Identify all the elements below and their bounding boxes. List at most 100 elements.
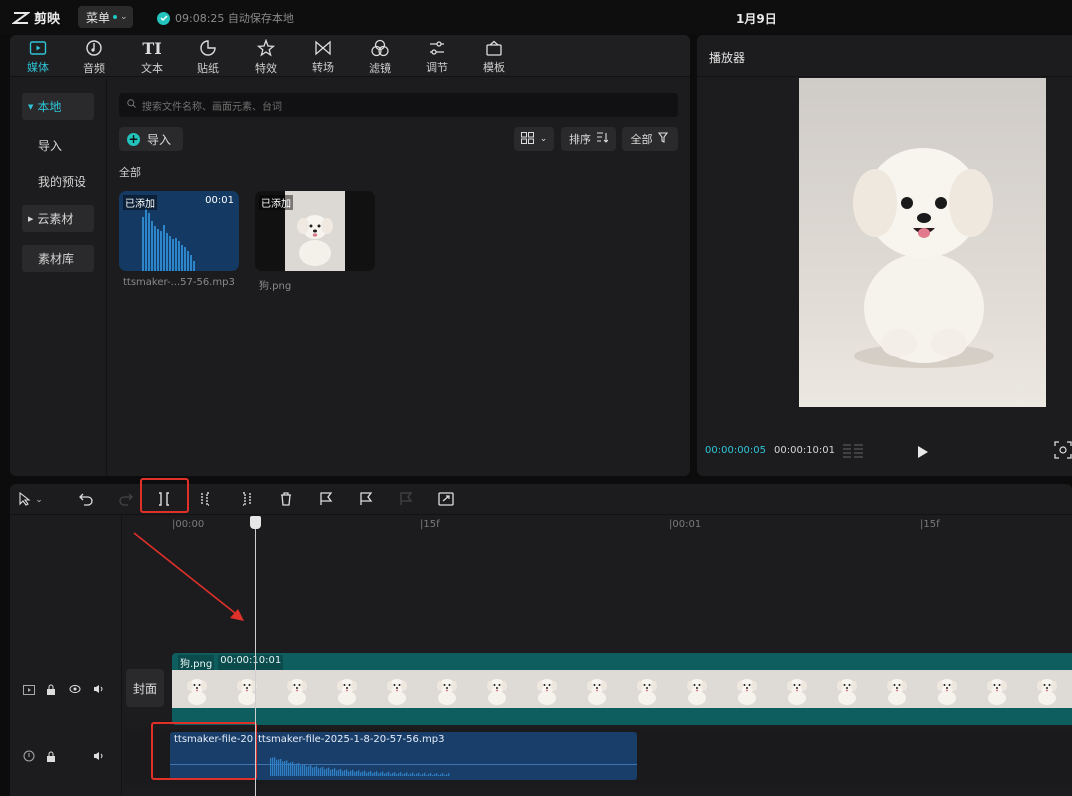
ruler-tick: |00:01 xyxy=(669,519,702,530)
clip-label: 狗.png 00:00:10:01 xyxy=(178,655,284,670)
sort-button[interactable]: 排序 xyxy=(561,127,616,151)
media-card-audio[interactable]: 已添加 00:01 xyxy=(119,191,239,271)
waveform-view-icon[interactable] xyxy=(842,443,864,463)
volume-icon[interactable] xyxy=(92,682,106,696)
sidebar-item-label: 导入 xyxy=(38,139,63,153)
filter-button[interactable]: 全部 xyxy=(622,127,678,151)
clip-thumbnail xyxy=(472,670,522,708)
filter-label: 全部 xyxy=(630,133,653,146)
caret-down-icon: ▼ xyxy=(28,102,34,111)
clip-thumbnail xyxy=(222,670,272,708)
clip-thumbnail xyxy=(522,670,572,708)
crop-icon xyxy=(438,491,454,510)
clip-thumbnail xyxy=(172,670,222,708)
clip-thumbnail xyxy=(872,670,922,708)
volume-icon[interactable] xyxy=(92,749,106,763)
save-status-text: 09:08:25 自动保存本地 xyxy=(175,12,294,25)
marker-button[interactable] xyxy=(355,489,377,511)
video-preview[interactable] xyxy=(799,78,1046,407)
tab-audio[interactable]: 音频 xyxy=(69,39,119,75)
flag-icon xyxy=(399,491,413,510)
transition-icon xyxy=(314,39,332,56)
redo-button[interactable] xyxy=(115,489,137,511)
playhead-handle[interactable] xyxy=(250,516,261,529)
menu-button[interactable]: 菜单 ⌄ xyxy=(78,6,133,28)
media-icon xyxy=(29,39,47,56)
save-status: 09:08:25 自动保存本地 xyxy=(157,10,294,26)
tab-effects[interactable]: 特效 xyxy=(241,39,291,75)
tick-label: 15f xyxy=(423,519,440,530)
sidebar-item-import[interactable]: 导入 xyxy=(22,132,94,159)
player-header xyxy=(697,35,1072,77)
clip-thumbnail xyxy=(322,670,372,708)
duration-label: 00:01 xyxy=(205,195,234,206)
clip-thumbnail xyxy=(1022,670,1072,708)
effects-icon xyxy=(257,39,275,57)
grid-icon xyxy=(520,131,535,147)
tab-text[interactable]: TI 文本 xyxy=(127,39,177,76)
clip-thumbnail xyxy=(672,670,722,708)
sidebar-item-cloud[interactable]: ▶ 云素材 xyxy=(22,205,94,232)
lock-icon[interactable] xyxy=(44,682,58,696)
cover-button[interactable]: 封面 xyxy=(126,669,164,707)
cursor-icon xyxy=(19,491,31,510)
plus-icon: + xyxy=(127,131,140,146)
tab-sticker[interactable]: 贴纸 xyxy=(183,39,233,75)
total-time: 00:00:10:01 xyxy=(774,445,836,456)
search-input[interactable]: 搜索文件名称、画面元素、台词 xyxy=(119,93,678,117)
undo-icon xyxy=(79,491,93,510)
added-badge: 已添加 xyxy=(123,195,157,210)
lock-icon[interactable] xyxy=(44,749,58,763)
sidebar-item-label: 我的预设 xyxy=(38,175,87,189)
sidebar-item-library[interactable]: 素材库 xyxy=(22,245,94,272)
tab-filter[interactable]: 滤镜 xyxy=(355,39,405,75)
chevron-down-icon: ⌄ xyxy=(35,495,43,505)
audio-clip-name: ttsmaker-file-2025-1-8-20-57-56.mp3 xyxy=(258,734,445,745)
media-panel: 媒体 音频 TI 文本 贴纸 特效 转场 滤镜 调节 模板 ▼ 本地 导入 我的… xyxy=(10,35,690,476)
tick-label: 00:01 xyxy=(672,519,702,530)
trim-left-icon xyxy=(199,491,213,510)
view-mode-button[interactable]: ⌄ xyxy=(514,127,554,151)
playhead[interactable] xyxy=(255,524,256,796)
check-icon xyxy=(157,11,170,25)
fullscreen-icon[interactable] xyxy=(1054,441,1072,463)
ai-marker-button[interactable] xyxy=(315,489,337,511)
play-button[interactable] xyxy=(917,444,929,463)
tab-adjust[interactable]: 调节 xyxy=(412,39,462,75)
section-heading: 全部 xyxy=(119,166,141,179)
audio-highlight-box xyxy=(151,722,257,780)
media-card-image[interactable]: 已添加 xyxy=(255,191,375,271)
select-tool-button[interactable]: ⌄ xyxy=(16,489,46,511)
marker-disabled-button[interactable] xyxy=(395,489,417,511)
clip-thumbnail xyxy=(972,670,1022,708)
crop-button[interactable] xyxy=(435,489,457,511)
eye-icon[interactable] xyxy=(68,682,82,696)
timeline-ruler[interactable]: |00:00 |15f |00:01 |15f xyxy=(123,515,1072,533)
sidebar-item-presets[interactable]: 我的预设 xyxy=(22,168,94,195)
trim-right-button[interactable] xyxy=(235,489,257,511)
project-title: 1月9日 xyxy=(736,12,777,26)
notification-dot xyxy=(113,15,118,19)
chevron-down-icon: ⌄ xyxy=(120,12,128,22)
tab-template[interactable]: 模板 xyxy=(469,39,519,75)
dog-thumbnail xyxy=(285,191,345,271)
clip-thumbnail xyxy=(822,670,872,708)
audio-icon xyxy=(85,39,103,57)
clip-thumbnail xyxy=(372,670,422,708)
ruler-tick: |15f xyxy=(920,519,940,530)
audio-waveform xyxy=(270,757,450,776)
delete-button[interactable] xyxy=(275,489,297,511)
undo-button[interactable] xyxy=(75,489,97,511)
clip-thumbnails xyxy=(172,670,1072,708)
split-highlight-box xyxy=(140,478,189,513)
sidebar-item-local[interactable]: ▼ 本地 xyxy=(22,93,94,120)
tab-media[interactable]: 媒体 xyxy=(13,39,63,75)
media-sidebar: ▼ 本地 导入 我的预设 ▶ 云素材 素材库 xyxy=(10,78,107,476)
import-button[interactable]: + 导入 xyxy=(119,127,183,151)
video-clip[interactable]: 狗.png 00:00:10:01 xyxy=(172,653,1072,725)
sidebar-item-label: 本地 xyxy=(37,100,62,114)
clip-thumbnail xyxy=(272,670,322,708)
sort-label: 排序 xyxy=(569,133,591,146)
trim-left-button[interactable] xyxy=(195,489,217,511)
tab-transition[interactable]: 转场 xyxy=(298,39,348,75)
